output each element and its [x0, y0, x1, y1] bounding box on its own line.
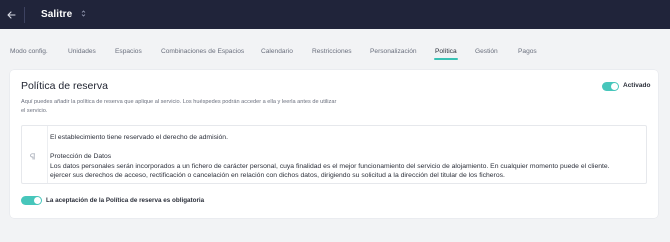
toggle-knob: [34, 197, 41, 204]
tab-gestion[interactable]: Gestión: [475, 48, 498, 55]
tab-politica[interactable]: Política: [434, 48, 458, 60]
chevron-updown-icon[interactable]: [81, 10, 86, 19]
editor-line: ejercer sus derechos de acceso, rectific…: [50, 172, 505, 180]
policy-text-editor[interactable]: El establecimiento tiene reservado el de…: [21, 125, 647, 184]
editor-blank-line: [50, 143, 644, 153]
tab-combinaciones[interactable]: Combinaciones de Espacios: [161, 48, 244, 55]
editor-line: Los datos personales serán incorporados …: [50, 162, 610, 170]
activated-toggle[interactable]: [602, 82, 619, 91]
activated-label: Activado: [623, 82, 651, 89]
tab-personalizacion[interactable]: Personalización: [370, 48, 417, 55]
policy-card: Política de reserva Activado Aquí puedes…: [10, 70, 658, 218]
topbar-divider: [24, 6, 25, 23]
editor-content[interactable]: El establecimiento tiene reservado el de…: [50, 133, 644, 181]
tab-restricciones[interactable]: Restricciones: [312, 48, 352, 55]
top-bar: Salitre: [0, 0, 670, 29]
tab-espacios[interactable]: Espacios: [115, 48, 142, 55]
tab-pagos[interactable]: Pagos: [518, 48, 537, 55]
card-description: Aquí puedes añadir la política de reserv…: [21, 99, 337, 114]
chevron-updown-icon-glyph: [81, 10, 86, 17]
mandatory-toggle[interactable]: [21, 196, 42, 205]
tab-modo-config[interactable]: Modo config.: [10, 48, 48, 55]
tab-bar: Modo config. Unidades Espacios Combinaci…: [0, 29, 670, 63]
card-title: Política de reserva: [21, 80, 108, 92]
editor-gutter: [22, 126, 48, 183]
paragraph-icon-glyph: [30, 153, 35, 160]
editor-line: El establecimiento tiene reservado el de…: [50, 134, 228, 141]
toggle-knob: [611, 83, 618, 90]
paragraph-icon[interactable]: [30, 153, 36, 162]
tab-unidades[interactable]: Unidades: [68, 48, 96, 55]
tab-calendario[interactable]: Calendario: [261, 48, 293, 55]
editor-line: Protección de Datos: [50, 153, 112, 161]
app-title: Salitre: [41, 9, 73, 20]
mandatory-label: La aceptación de la Política de reserva …: [46, 197, 205, 204]
arrow-left-icon[interactable]: [0, 0, 22, 29]
arrow-left-icon-glyph: [6, 10, 16, 19]
